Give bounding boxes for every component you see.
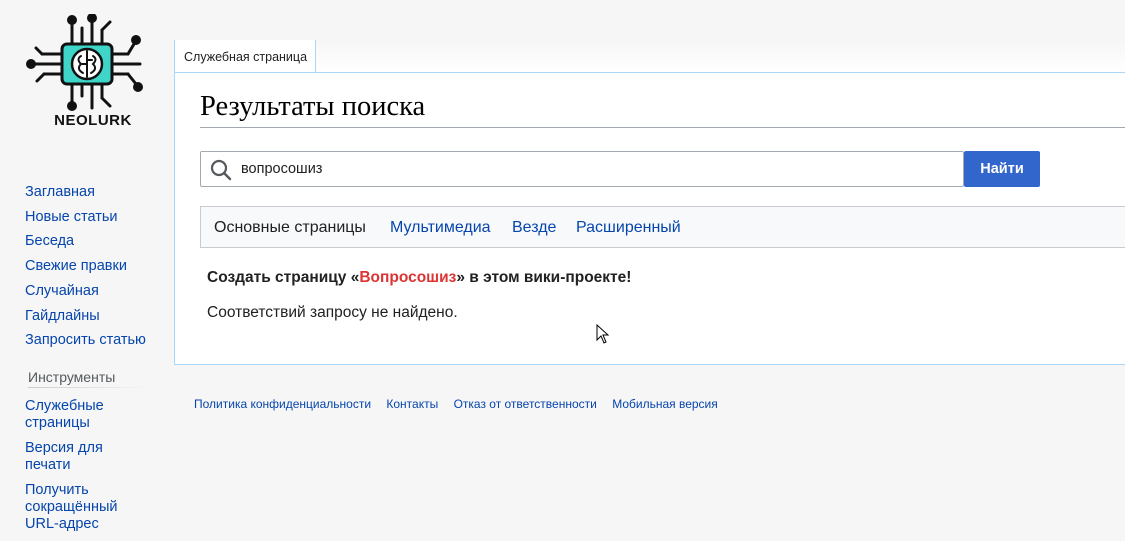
create-page-suffix: » в этом вики-проекте! (456, 269, 632, 286)
footer-contacts-link[interactable]: Контакты (386, 397, 438, 411)
no-results-message: Соответствий запросу не найдено. (207, 304, 458, 321)
footer: Политика конфиденциальности Контакты Отк… (194, 397, 730, 411)
search-button[interactable]: Найти (964, 151, 1040, 187)
page-title: Результаты поиска (200, 91, 1125, 128)
sidebar-item-main-page[interactable]: Заглавная (25, 180, 165, 205)
sidebar-item-guidelines[interactable]: Гайдлайны (25, 304, 165, 329)
sidebar-item-request-article[interactable]: Запросить статью (25, 328, 165, 353)
footer-privacy-link[interactable]: Политика конфиденциальности (194, 397, 371, 411)
sidebar-tools-heading: Инструменты (28, 369, 151, 388)
footer-disclaimer-link[interactable]: Отказ от ответственности (454, 397, 597, 411)
sidebar-item-discussion[interactable]: Беседа (25, 229, 165, 254)
tab-special-page[interactable]: Служебная страница (174, 40, 317, 72)
search-profiles: Основные страницы Мультимедиа Везде Расш… (200, 206, 1125, 248)
mouse-cursor-icon (596, 324, 610, 344)
sidebar-item-special-pages[interactable]: Служебные страницы (25, 398, 145, 432)
sidebar-navigation: Заглавная Новые статьи Беседа Свежие пра… (25, 180, 165, 353)
sidebar-item-new-articles[interactable]: Новые статьи (25, 205, 165, 230)
brain-chip-icon (26, 14, 143, 111)
search-box (200, 151, 964, 187)
sidebar-item-printable-version[interactable]: Версия для печати (25, 440, 145, 474)
profile-everywhere[interactable]: Везде (512, 207, 556, 249)
profile-main-pages[interactable]: Основные страницы (214, 207, 366, 249)
create-page-link[interactable]: Вопросошиз (359, 269, 456, 286)
sidebar-item-random[interactable]: Случайная (25, 279, 165, 304)
sidebar-tools: Служебные страницы Версия для печати Пол… (25, 398, 145, 541)
profile-multimedia[interactable]: Мультимедиа (390, 207, 491, 249)
site-logo[interactable]: NEOLURK (24, 14, 150, 134)
sidebar-item-short-url[interactable]: Получить сокращённый URL-адрес (25, 482, 145, 533)
create-page-prefix: Создать страницу « (207, 269, 360, 286)
profile-advanced[interactable]: Расширенный (576, 207, 681, 249)
search-icon (210, 159, 232, 181)
main-content: Результаты поиска Найти Основные страниц… (174, 72, 1125, 365)
search-input[interactable] (241, 152, 941, 186)
footer-mobile-link[interactable]: Мобильная версия (612, 397, 718, 411)
logo-text: NEOLURK (54, 112, 132, 129)
sidebar-item-recent-changes[interactable]: Свежие правки (25, 254, 165, 279)
tab-bar (174, 40, 1125, 72)
create-page-notice: Создать страницу «Вопросошиз» в этом вик… (207, 269, 631, 287)
